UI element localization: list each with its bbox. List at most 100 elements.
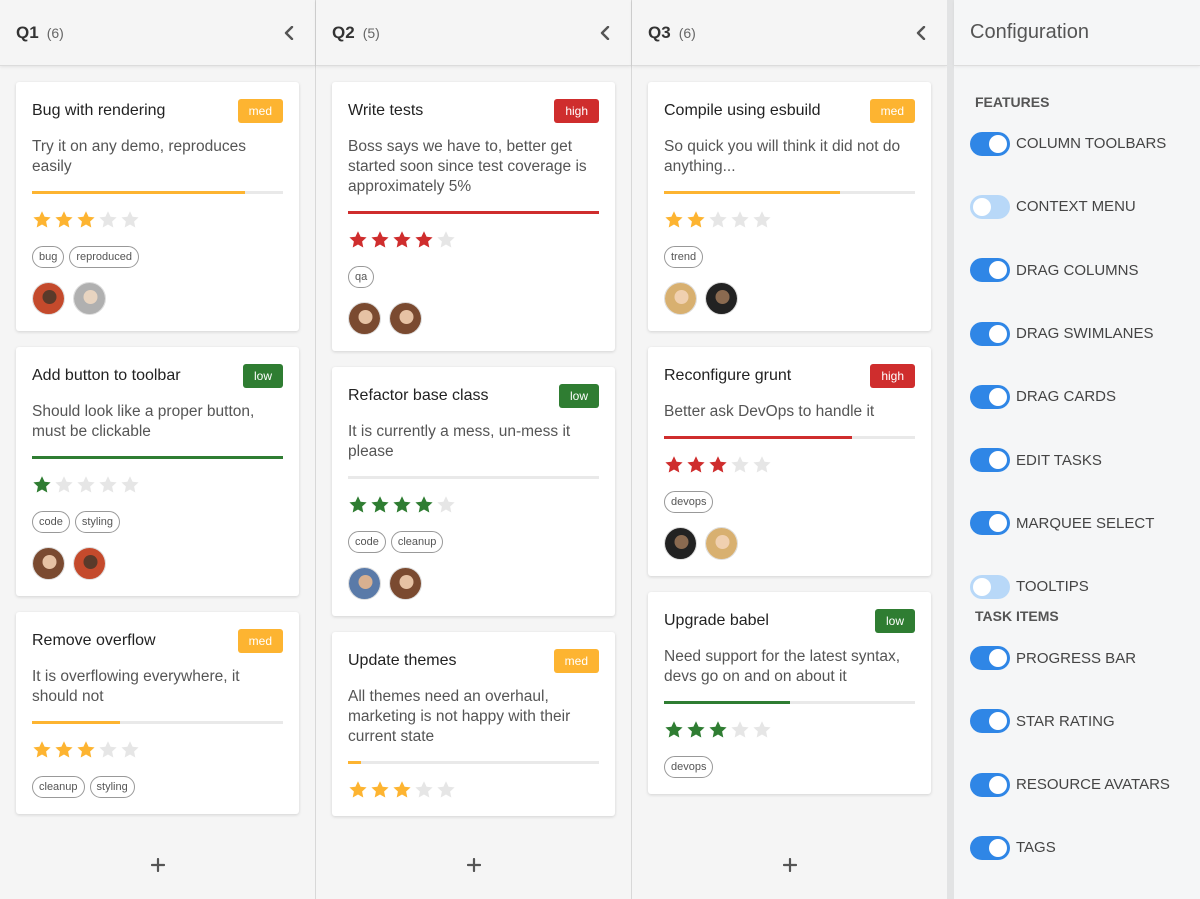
toggle-switch[interactable]	[970, 574, 1010, 599]
star-icon[interactable]	[436, 780, 456, 800]
star-icon[interactable]	[32, 210, 52, 230]
star-icon[interactable]	[120, 210, 140, 230]
task-card[interactable]: Remove overflow med It is overflowing ever…	[16, 612, 299, 814]
star-rating[interactable]	[32, 210, 283, 230]
star-icon[interactable]	[348, 230, 368, 250]
toggle-switch[interactable]	[970, 258, 1010, 283]
star-icon[interactable]	[348, 780, 368, 800]
star-icon[interactable]	[98, 740, 118, 760]
star-icon[interactable]	[348, 495, 368, 515]
star-icon[interactable]	[730, 210, 750, 230]
card-header: Refactor base class low	[348, 383, 599, 409]
toggle-switch[interactable]	[970, 448, 1010, 473]
toggle-label: PROGRESS BAR	[1016, 649, 1137, 667]
toggle-knob	[989, 387, 1007, 406]
task-card[interactable]: Add button to toolbar low Should look like…	[16, 347, 299, 596]
star-icon[interactable]	[120, 740, 140, 760]
priority-badge: low	[874, 609, 915, 633]
toggle-row: EDIT TASKS	[954, 428, 1200, 491]
star-rating[interactable]	[348, 495, 599, 515]
task-card[interactable]: Bug with rendering med Try it on any demo,…	[16, 82, 299, 331]
star-icon[interactable]	[730, 455, 750, 475]
star-icon[interactable]	[32, 740, 52, 760]
toggle-switch[interactable]	[970, 709, 1010, 734]
avatar	[664, 527, 697, 560]
star-icon[interactable]	[120, 475, 140, 495]
star-icon[interactable]	[708, 210, 728, 230]
toggle-label: EDIT TASKS	[1016, 451, 1102, 469]
toggle-switch[interactable]	[970, 835, 1010, 860]
star-icon[interactable]	[730, 720, 750, 740]
add-card-button[interactable]	[459, 850, 489, 880]
card-title: Reconfigure grunt	[664, 367, 792, 384]
star-icon[interactable]	[664, 720, 684, 740]
star-icon[interactable]	[32, 475, 52, 495]
star-rating[interactable]	[664, 455, 915, 475]
star-icon[interactable]	[436, 230, 456, 250]
toggle-switch[interactable]	[970, 131, 1010, 156]
star-icon[interactable]	[98, 210, 118, 230]
star-icon[interactable]	[414, 495, 434, 515]
star-icon[interactable]	[54, 210, 74, 230]
star-rating[interactable]	[348, 230, 599, 250]
star-icon[interactable]	[686, 210, 706, 230]
star-icon[interactable]	[370, 230, 390, 250]
task-card[interactable]: Upgrade babel low Need support for the lat…	[648, 592, 931, 794]
column-footer	[0, 831, 315, 899]
tag-list: code styling	[32, 511, 283, 533]
task-card[interactable]: Write tests high Boss says we have to, bet…	[332, 82, 615, 351]
add-card-button[interactable]	[775, 850, 805, 880]
star-icon[interactable]	[686, 455, 706, 475]
star-rating[interactable]	[32, 740, 283, 760]
star-icon[interactable]	[76, 475, 96, 495]
star-icon[interactable]	[436, 495, 456, 515]
card-header: Write tests high	[348, 98, 599, 124]
star-icon[interactable]	[752, 720, 772, 740]
star-icon[interactable]	[414, 780, 434, 800]
task-card[interactable]: Update themes med All themes need an overh…	[332, 632, 615, 816]
toggle-switch[interactable]	[970, 194, 1010, 219]
star-icon[interactable]	[76, 740, 96, 760]
star-icon[interactable]	[664, 210, 684, 230]
star-icon[interactable]	[752, 210, 772, 230]
task-card[interactable]: Refactor base class low It is currently a …	[332, 367, 615, 616]
star-icon[interactable]	[664, 455, 684, 475]
collapse-column-button[interactable]	[595, 23, 615, 43]
progress-fill	[348, 761, 361, 764]
star-icon[interactable]	[54, 740, 74, 760]
star-icon[interactable]	[370, 780, 390, 800]
star-icon[interactable]	[76, 210, 96, 230]
star-rating[interactable]	[664, 720, 915, 740]
avatar	[389, 302, 422, 335]
task-card[interactable]: Reconfigure grunt high Better ask DevOps t…	[648, 347, 931, 576]
toggle-switch[interactable]	[970, 321, 1010, 346]
star-icon[interactable]	[414, 230, 434, 250]
add-card-button[interactable]	[143, 850, 173, 880]
star-rating[interactable]	[664, 210, 915, 230]
collapse-column-button[interactable]	[911, 23, 931, 43]
column-header: Q1 (6)	[0, 0, 315, 66]
toggle-switch[interactable]	[970, 772, 1010, 797]
star-icon[interactable]	[370, 495, 390, 515]
toggle-switch[interactable]	[970, 511, 1010, 536]
star-icon[interactable]	[392, 780, 412, 800]
collapse-column-button[interactable]	[279, 23, 299, 43]
star-icon[interactable]	[392, 230, 412, 250]
star-icon[interactable]	[686, 720, 706, 740]
toggle-switch[interactable]	[970, 384, 1010, 409]
tag: cleanup	[390, 531, 444, 553]
task-card[interactable]: Compile using esbuild med So quick you wil…	[648, 82, 931, 331]
star-icon[interactable]	[708, 455, 728, 475]
card-description: Need support for the latest syntax, devs…	[664, 648, 901, 685]
star-icon[interactable]	[752, 455, 772, 475]
progress-bar	[32, 191, 283, 194]
star-icon[interactable]	[54, 475, 74, 495]
card-header: Remove overflow med	[32, 628, 283, 654]
tag: code	[348, 531, 386, 553]
star-rating[interactable]	[32, 475, 283, 495]
star-rating[interactable]	[348, 780, 599, 800]
star-icon[interactable]	[98, 475, 118, 495]
star-icon[interactable]	[708, 720, 728, 740]
toggle-switch[interactable]	[970, 646, 1010, 671]
star-icon[interactable]	[392, 495, 412, 515]
